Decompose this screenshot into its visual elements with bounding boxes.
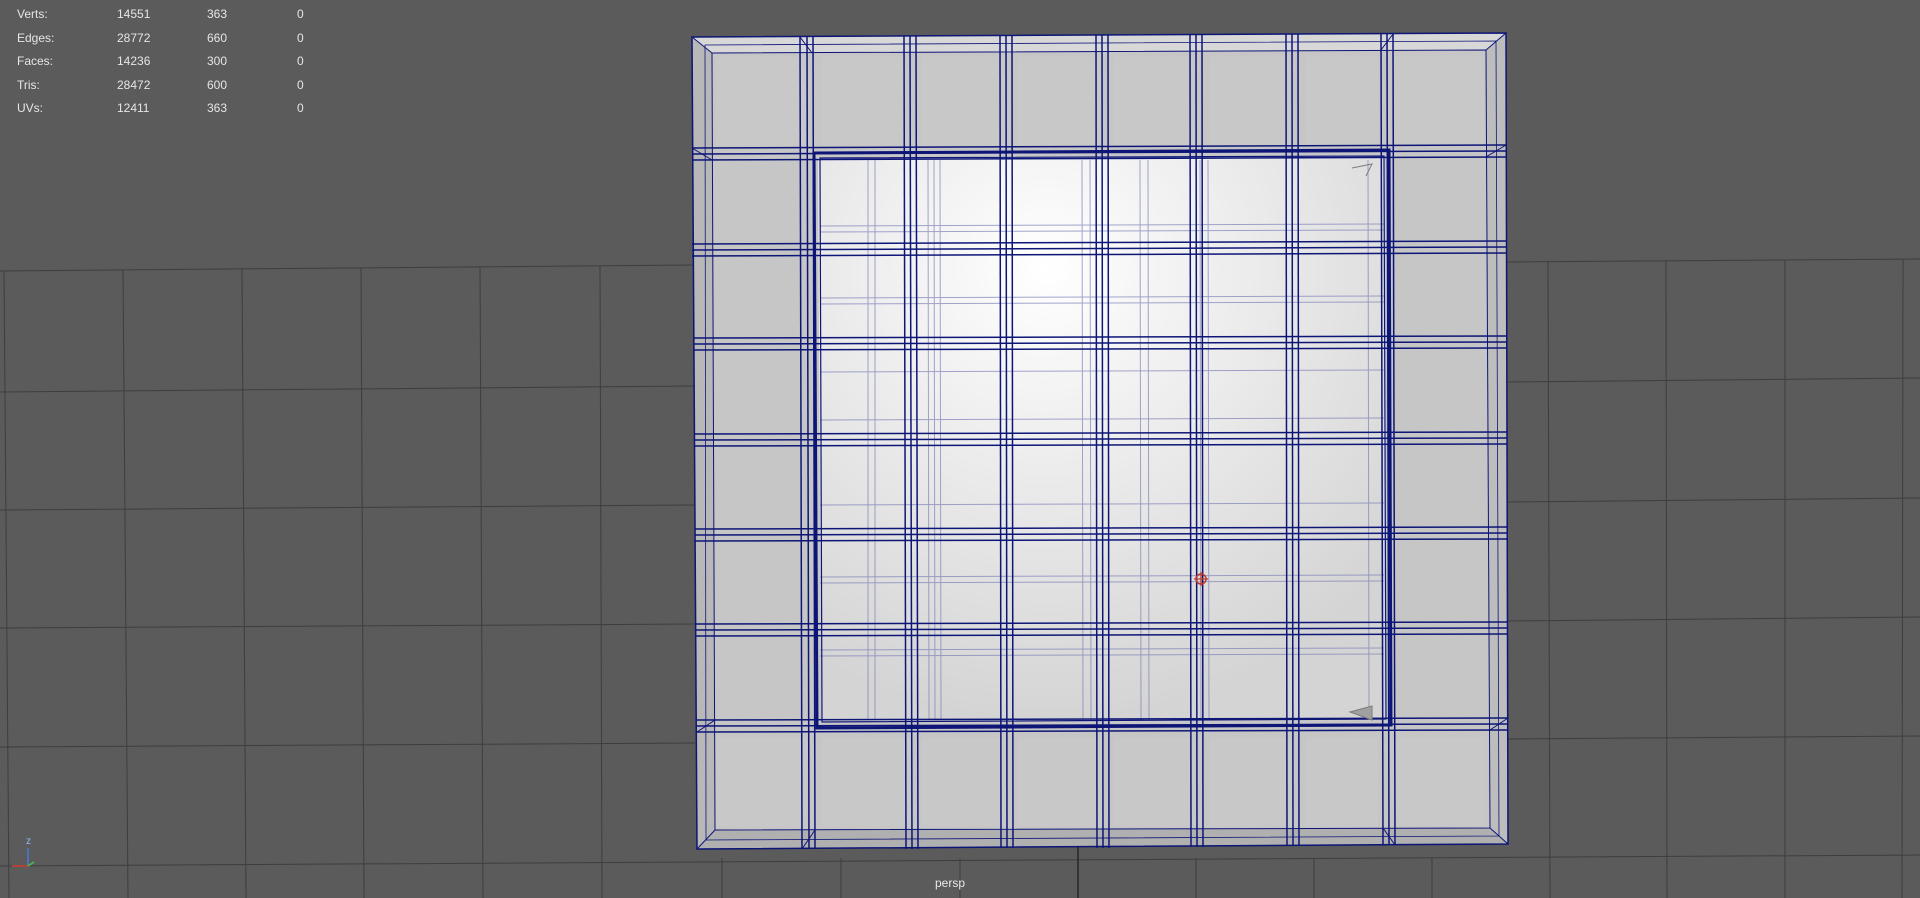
hud-third-count: 0: [297, 101, 304, 115]
hud-label: UVs:: [17, 101, 44, 115]
perspective-viewport[interactable]: Verts: 14551 363 0 Edges: 28772 660 0 Faces: 1423…: [0, 0, 1920, 898]
hud-third-count: 0: [297, 7, 304, 21]
viewport-scene[interactable]: [0, 0, 1920, 898]
hud-total-count: 14551: [117, 7, 151, 21]
hud-selected-count: 660: [207, 30, 228, 45]
hud-third-count: 0: [297, 54, 304, 68]
hud-selected-count: 300: [207, 54, 228, 68]
hud-label: Faces:: [17, 54, 54, 68]
hud-label: Verts:: [17, 7, 48, 21]
hud-selected-count: 363: [207, 101, 228, 115]
hud-selected-count: 600: [207, 77, 228, 92]
camera-label: persp: [935, 876, 966, 890]
hud-third-count: 0: [297, 30, 304, 45]
hud-third-count: 0: [297, 77, 304, 92]
axis-y-line: [27, 861, 35, 867]
axis-z-label: z: [26, 836, 31, 847]
hud-total-count: 28472: [117, 77, 151, 92]
hud-total-count: 14236: [117, 54, 151, 68]
hud-total-count: 28772: [117, 30, 151, 45]
hud-label: Edges:: [17, 30, 55, 45]
hud-total-count: 12411: [117, 101, 150, 115]
hud-label: Tris:: [17, 77, 40, 92]
hud-selected-count: 363: [207, 7, 228, 21]
axis-gizmo: [12, 848, 35, 867]
